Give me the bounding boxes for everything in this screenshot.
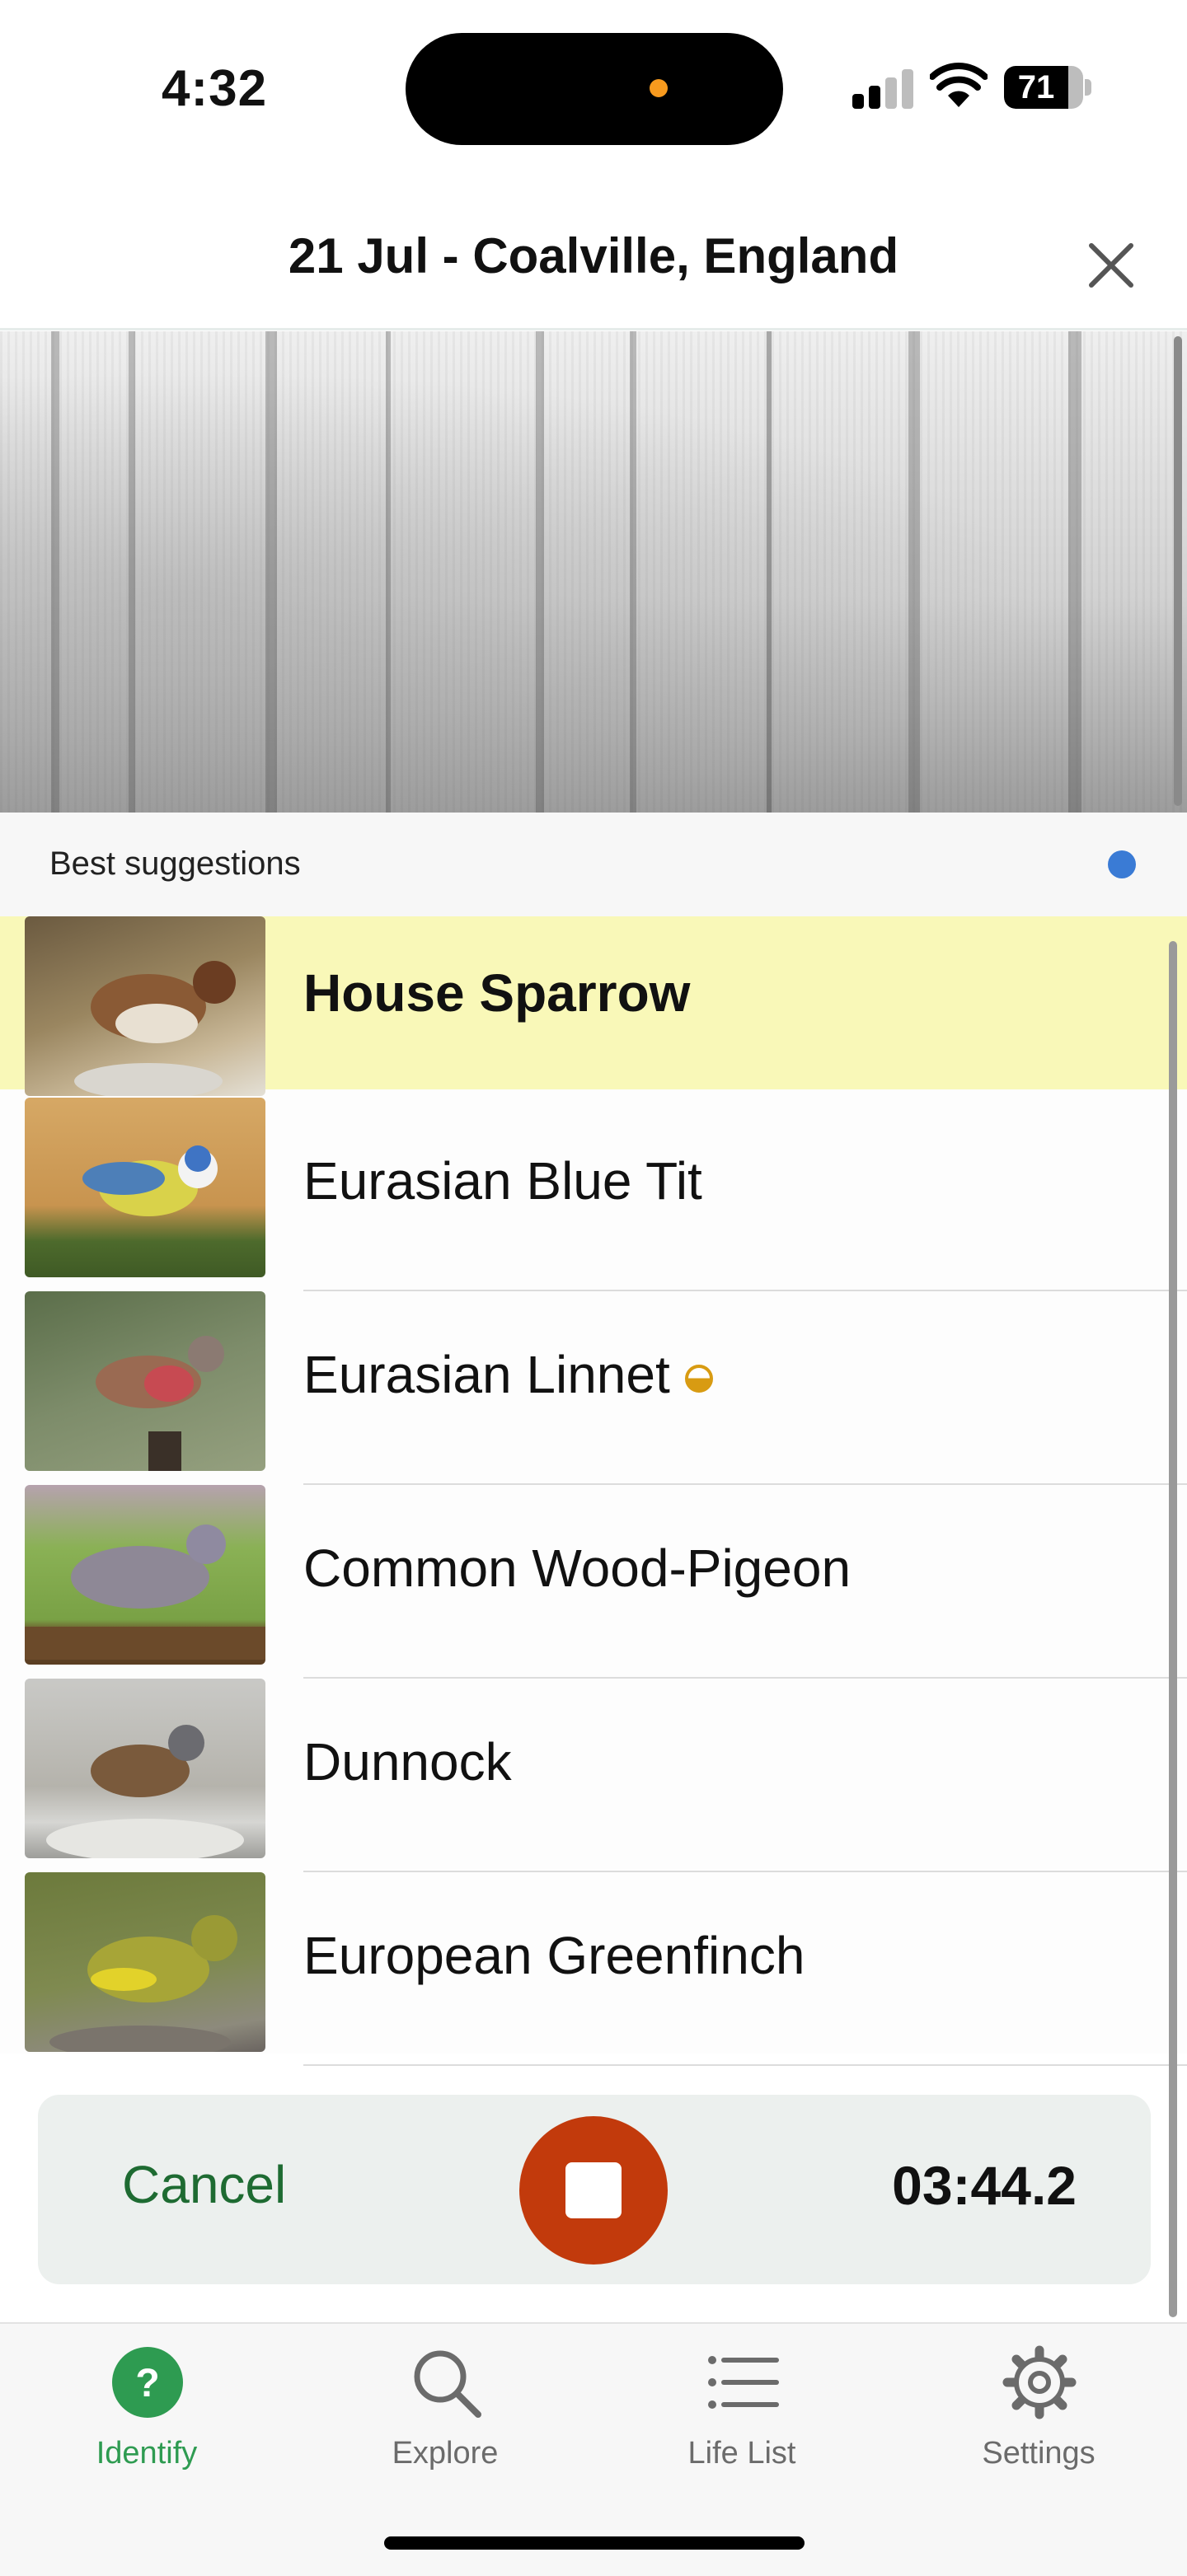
- cancel-button[interactable]: Cancel: [122, 2154, 286, 2215]
- recording-timer: 03:44.2: [892, 2155, 1077, 2216]
- bird-photo: [25, 1679, 265, 1858]
- bird-name: Common Wood-Pigeon: [303, 1539, 852, 1598]
- battery-cap: [1085, 79, 1091, 96]
- battery-level: 71: [1017, 69, 1055, 105]
- question-icon: ?: [112, 2347, 183, 2418]
- page-title: 21 Jul - Coalville, England: [288, 228, 899, 283]
- bird-photo: [25, 1098, 265, 1277]
- bird-photo: [25, 1291, 265, 1471]
- tab-label: Settings: [982, 2436, 1096, 2471]
- list-icon: [708, 2356, 779, 2409]
- status-bar: 4:32 71: [0, 0, 1187, 173]
- spectrogram: [0, 331, 1187, 813]
- tab-label: Identify: [96, 2436, 198, 2471]
- close-icon[interactable]: [1080, 234, 1142, 297]
- row-divider: [303, 2064, 1187, 2066]
- tab-label: Explore: [392, 2436, 499, 2471]
- bird-suggestion-house-sparrow[interactable]: House Sparrow: [0, 916, 1187, 1096]
- bird-name: Eurasian Blue Tit: [303, 1151, 702, 1211]
- half-filled-circle-icon: [684, 1365, 713, 1393]
- suggestion-list: House Sparrow Eurasian Blue Tit Eurasian…: [0, 916, 1187, 2066]
- bird-suggestion-dunnock[interactable]: Dunnock: [0, 1679, 1187, 1872]
- battery-icon: 71: [1004, 66, 1083, 109]
- bird-suggestion-eurasian-linnet[interactable]: Eurasian Linnet: [0, 1291, 1187, 1485]
- bird-name: European Greenfinch: [303, 1926, 805, 1985]
- bird-photo: [25, 916, 265, 1096]
- stop-recording-button[interactable]: [519, 2116, 668, 2265]
- tab-life-list[interactable]: Life List: [643, 2324, 841, 2489]
- bird-name: House Sparrow: [303, 963, 691, 1023]
- tab-settings[interactable]: Settings: [940, 2324, 1138, 2489]
- suggestions-header: Best suggestions: [0, 813, 1187, 916]
- bird-photo: [25, 1872, 265, 2052]
- tab-identify[interactable]: ? Identify: [48, 2324, 246, 2489]
- stop-icon: [565, 2162, 622, 2218]
- bird-suggestion-european-greenfinch[interactable]: European Greenfinch: [0, 1872, 1187, 2066]
- cellular-signal-icon: [852, 68, 915, 109]
- svg-text:?: ?: [135, 2362, 159, 2405]
- recording-header: 21 Jul - Coalville, England: [0, 206, 1187, 330]
- tab-explore[interactable]: Explore: [346, 2324, 544, 2489]
- listening-indicator-dot: [1108, 850, 1136, 878]
- list-scrollbar[interactable]: [1169, 941, 1177, 2317]
- spectrogram-scrollbar[interactable]: [1174, 336, 1182, 806]
- dynamic-island: [406, 33, 783, 145]
- bird-suggestion-common-wood-pigeon[interactable]: Common Wood-Pigeon: [0, 1485, 1187, 1679]
- bird-suggestion-eurasian-blue-tit[interactable]: Eurasian Blue Tit: [0, 1098, 1187, 1291]
- home-indicator[interactable]: [384, 2536, 805, 2550]
- bird-photo: [25, 1485, 265, 1665]
- recording-controls: Cancel 03:44.2: [38, 2095, 1151, 2284]
- bird-name: Eurasian Linnet: [303, 1344, 713, 1405]
- magnifier-icon: [414, 2350, 481, 2418]
- gear-icon: [1002, 2345, 1077, 2419]
- bird-name-text: Eurasian Linnet: [303, 1345, 670, 1404]
- tab-label: Life List: [687, 2436, 796, 2471]
- recording-indicator-dot: [650, 79, 668, 97]
- suggestions-title: Best suggestions: [49, 845, 301, 882]
- bird-name: Dunnock: [303, 1732, 512, 1791]
- wifi-icon: [930, 63, 988, 107]
- status-time: 4:32: [162, 60, 268, 117]
